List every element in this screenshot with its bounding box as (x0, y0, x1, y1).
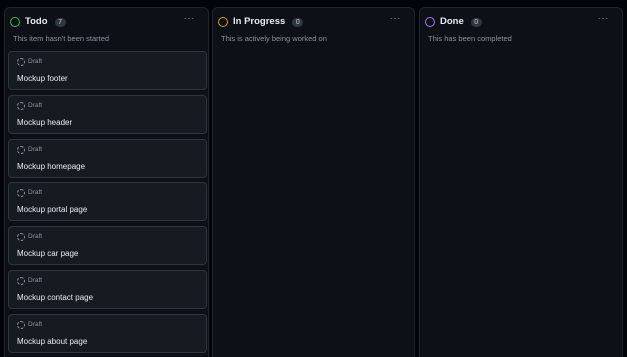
status-circle-icon (425, 17, 435, 27)
draft-icon (17, 102, 25, 110)
item-count-badge: 7 (54, 17, 66, 27)
draft-icon (17, 321, 25, 329)
column-in-progress: In Progress 0 ··· This is actively being… (212, 7, 415, 357)
card-mockup-about-page[interactable]: Draft Mockup about page (8, 314, 207, 353)
column-title: Todo (25, 16, 48, 27)
draft-icon (17, 233, 25, 241)
column-description: This is actively being worked on (221, 34, 327, 43)
status-circle-icon (218, 17, 228, 27)
draft-label: Draft (28, 233, 43, 240)
column-header: In Progress 0 (218, 15, 304, 29)
card-title[interactable]: Mockup car page (17, 249, 78, 259)
draft-label: Draft (28, 277, 43, 284)
column-title: In Progress (233, 16, 286, 27)
card-meta: Draft (17, 277, 42, 285)
card-mockup-homepage[interactable]: Draft Mockup homepage (8, 139, 207, 178)
kebab-horizontal-icon[interactable]: ··· (598, 14, 610, 24)
column-description: This has been completed (428, 34, 512, 43)
card-title[interactable]: Mockup footer (17, 74, 68, 84)
kebab-horizontal-icon[interactable]: ··· (184, 14, 196, 24)
item-count-badge: 0 (470, 17, 482, 27)
column-header: Todo 7 (10, 15, 66, 29)
draft-label: Draft (28, 321, 43, 328)
item-count-badge: 0 (292, 17, 304, 27)
column-header: Done 0 (425, 15, 482, 29)
column-title: Done (440, 16, 464, 27)
card-title[interactable]: Mockup homepage (17, 162, 85, 172)
draft-label: Draft (28, 189, 43, 196)
draft-label: Draft (28, 146, 43, 153)
card-title[interactable]: Mockup contact page (17, 293, 93, 303)
draft-icon (17, 146, 25, 154)
draft-icon (17, 189, 25, 197)
draft-label: Draft (28, 58, 43, 65)
column-description: This item hasn't been started (13, 34, 110, 43)
draft-icon (17, 277, 25, 285)
draft-icon (17, 58, 25, 66)
draft-label: Draft (28, 102, 43, 109)
card-meta: Draft (17, 146, 42, 154)
column-todo: Todo 7 ··· This item hasn't been started… (4, 7, 209, 357)
card-mockup-contact-page[interactable]: Draft Mockup contact page (8, 270, 207, 309)
card-meta: Draft (17, 58, 42, 66)
card-title[interactable]: Mockup about page (17, 337, 87, 347)
project-board: Todo 7 ··· This item hasn't been started… (0, 0, 627, 357)
card-mockup-portal-page[interactable]: Draft Mockup portal page (8, 182, 207, 221)
kebab-horizontal-icon[interactable]: ··· (390, 14, 402, 24)
card-mockup-car-page[interactable]: Draft Mockup car page (8, 226, 207, 265)
column-done: Done 0 ··· This has been completed (419, 7, 623, 357)
status-circle-icon (10, 17, 20, 27)
card-meta: Draft (17, 321, 42, 329)
card-meta: Draft (17, 189, 42, 197)
card-meta: Draft (17, 233, 42, 241)
card-meta: Draft (17, 102, 42, 110)
card-mockup-footer[interactable]: Draft Mockup footer (8, 51, 207, 90)
card-title[interactable]: Mockup portal page (17, 205, 87, 215)
card-mockup-header[interactable]: Draft Mockup header (8, 95, 207, 134)
card-title[interactable]: Mockup header (17, 118, 72, 128)
